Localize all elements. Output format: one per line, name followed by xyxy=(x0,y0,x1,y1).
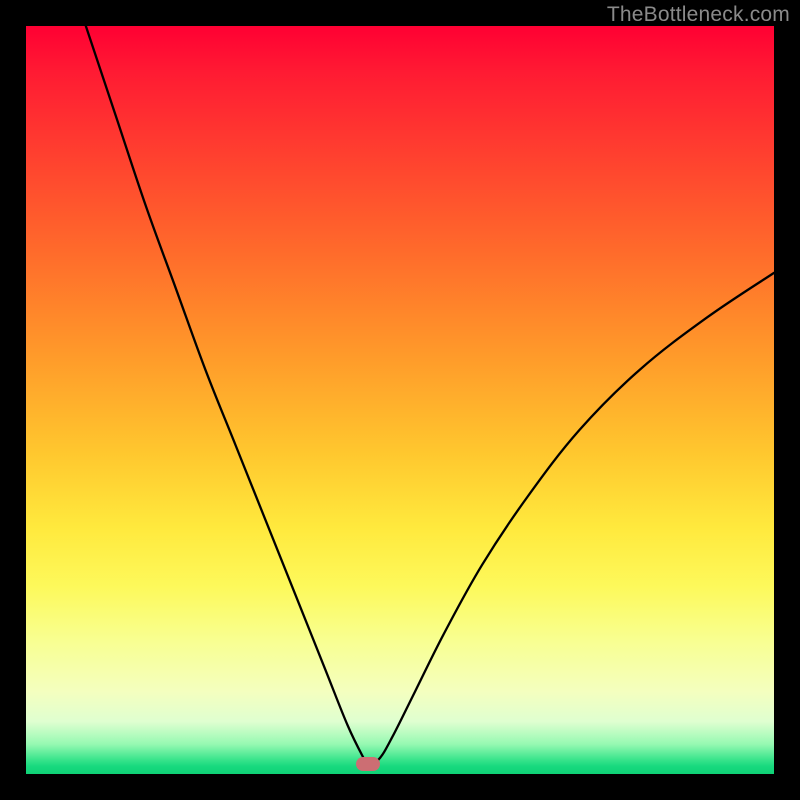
watermark-text: TheBottleneck.com xyxy=(607,3,790,27)
chart-container: TheBottleneck.com xyxy=(0,0,800,800)
curve-path xyxy=(86,26,774,764)
plot-area xyxy=(26,26,774,774)
minimum-marker xyxy=(356,757,380,771)
bottleneck-curve xyxy=(26,26,774,774)
